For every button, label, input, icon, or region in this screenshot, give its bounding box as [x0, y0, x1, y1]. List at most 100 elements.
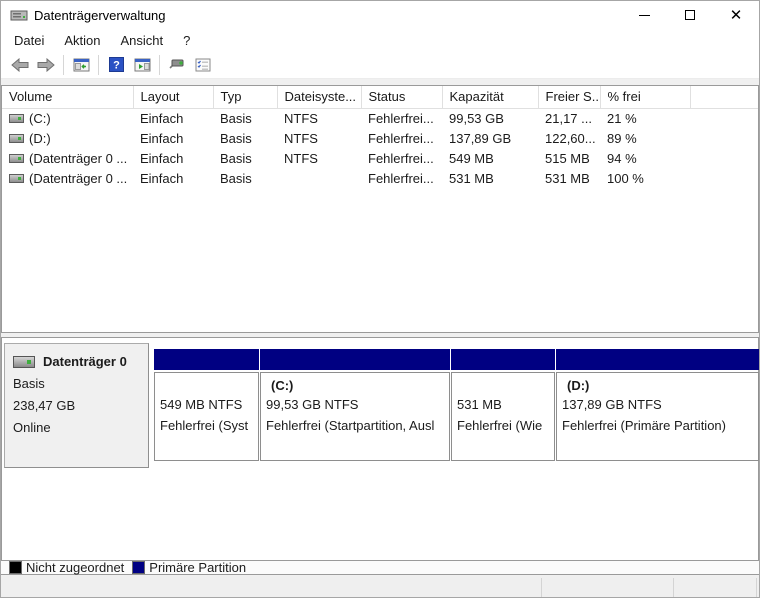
show-action-pane-icon[interactable] — [129, 53, 155, 77]
title-bar: Datenträgerverwaltung ✕ — [1, 1, 759, 29]
help-icon[interactable]: ? — [103, 53, 129, 77]
cell-dateisystem — [277, 168, 361, 188]
app-disk-icon — [10, 10, 28, 21]
column-header-status[interactable]: Status — [361, 86, 443, 109]
table-row[interactable]: (D:) Einfach Basis NTFS Fehlerfrei... 13… — [2, 128, 758, 148]
toolbar: ? — [1, 51, 759, 79]
cell-kapazitaet: 531 MB — [449, 170, 494, 186]
cell-typ: Basis — [220, 150, 252, 166]
partition-letter: (D:) — [567, 378, 590, 393]
legend-bar: Nicht zugeordnet Primäre Partition — [1, 560, 759, 575]
table-row[interactable]: (Datenträger 0 ... Einfach Basis NTFS Fe… — [2, 148, 758, 168]
partition-status: Fehlerfrei (Primäre Partition) — [562, 418, 726, 433]
cell-status: Fehlerfrei... — [368, 130, 434, 146]
partition-color-band — [451, 349, 555, 370]
disk-management-window: Datenträgerverwaltung ✕ Datei Aktion Ans… — [0, 0, 760, 598]
popup-menu-icon[interactable] — [164, 53, 190, 77]
table-row[interactable]: (C:) Einfach Basis NTFS Fehlerfrei... 99… — [2, 108, 758, 128]
cell-status: Fehlerfrei... — [368, 170, 434, 186]
status-bar-divider — [756, 578, 757, 597]
partition-size: 531 MB — [457, 397, 502, 412]
cell-layout: Einfach — [140, 110, 184, 126]
partition-system[interactable]: 549 MB NTFS Fehlerfrei (Syst — [154, 349, 259, 496]
primary-partition-swatch-icon — [132, 561, 146, 574]
legend-label: Primäre Partition — [149, 560, 247, 575]
legend-label: Nicht zugeordnet — [26, 560, 125, 575]
toolbar-separator — [159, 54, 160, 75]
cell-prozent-frei: 89 % — [607, 130, 637, 146]
disk-0-panel[interactable]: Datenträger 0 Basis 238,47 GB Online — [4, 343, 149, 468]
cell-kapazitaet: 99,53 GB — [449, 110, 504, 126]
cell-freier-speicher: 515 MB — [545, 150, 590, 166]
menu-bar: Datei Aktion Ansicht ? — [1, 29, 759, 51]
cell-layout: Einfach — [140, 130, 184, 146]
cell-dateisystem: NTFS — [284, 110, 318, 126]
partition-letter: (C:) — [271, 378, 294, 393]
status-bar-divider — [541, 578, 542, 597]
properties-list-icon[interactable] — [190, 53, 216, 77]
cell-freier-speicher: 122,60... — [545, 130, 596, 146]
svg-text:?: ? — [113, 60, 120, 72]
volume-name: (Datenträger 0 ... — [29, 170, 128, 186]
menu-hilfe[interactable]: ? — [180, 31, 193, 50]
column-header-typ[interactable]: Typ — [213, 86, 278, 109]
forward-arrow-icon[interactable] — [33, 53, 59, 77]
cell-typ: Basis — [220, 130, 252, 146]
column-header-freier-speicher[interactable]: Freier S... — [538, 86, 601, 109]
partition-c[interactable]: (C:) 99,53 GB NTFS Fehlerfrei (Startpart… — [260, 349, 450, 496]
table-header-row: Volume Layout Typ Dateisyste... Status K… — [2, 86, 758, 109]
partition-size: 137,89 GB NTFS — [562, 397, 662, 412]
cell-prozent-frei: 94 % — [607, 150, 637, 166]
partition-color-band — [154, 349, 259, 370]
status-bar — [1, 576, 759, 597]
cell-layout: Einfach — [140, 170, 184, 186]
status-bar-divider — [673, 578, 674, 597]
maximize-icon — [685, 10, 695, 20]
partition-color-band — [260, 349, 450, 370]
volume-name: (Datenträger 0 ... — [29, 150, 128, 166]
menu-datei[interactable]: Datei — [11, 31, 47, 50]
volume-table: Volume Layout Typ Dateisyste... Status K… — [2, 86, 758, 188]
disk-size: 238,47 GB — [13, 398, 76, 413]
menu-ansicht[interactable]: Ansicht — [118, 31, 167, 50]
cell-freier-speicher: 21,17 ... — [545, 110, 592, 126]
volume-icon — [9, 133, 24, 143]
maximize-button[interactable] — [667, 1, 713, 29]
toolbar-separator — [98, 54, 99, 75]
window-title: Datenträgerverwaltung — [34, 7, 166, 23]
cell-status: Fehlerfrei... — [368, 150, 434, 166]
minimize-button[interactable] — [621, 1, 667, 29]
console-tree-icon[interactable] — [68, 53, 94, 77]
column-header-empty — [690, 86, 758, 109]
close-button[interactable]: ✕ — [713, 1, 759, 29]
toolbar-separator — [63, 54, 64, 75]
disk-status: Online — [13, 420, 51, 435]
cell-kapazitaet: 137,89 GB — [449, 130, 512, 146]
column-header-kapazitaet[interactable]: Kapazität — [442, 86, 539, 109]
column-header-layout[interactable]: Layout — [133, 86, 214, 109]
column-header-prozent-frei[interactable]: % frei — [600, 86, 691, 109]
cell-freier-speicher: 531 MB — [545, 170, 590, 186]
disk-icon — [13, 355, 35, 368]
menu-aktion[interactable]: Aktion — [61, 31, 103, 50]
partition-recovery[interactable]: 531 MB Fehlerfrei (Wie — [451, 349, 555, 496]
disk-graph-pane: Datenträger 0 Basis 238,47 GB Online 549… — [1, 337, 759, 561]
partition-d[interactable]: (D:) 137,89 GB NTFS Fehlerfrei (Primäre … — [556, 349, 759, 496]
cell-dateisystem: NTFS — [284, 130, 318, 146]
partition-color-band — [556, 349, 759, 370]
column-header-dateisystem[interactable]: Dateisyste... — [277, 86, 362, 109]
cell-prozent-frei: 100 % — [607, 170, 644, 186]
partition-size: 99,53 GB NTFS — [266, 397, 359, 412]
minimize-icon — [638, 14, 650, 16]
cell-dateisystem: NTFS — [284, 150, 318, 166]
volume-name: (D:) — [29, 130, 51, 146]
back-arrow-icon[interactable] — [7, 53, 33, 77]
unallocated-swatch-icon — [9, 561, 22, 574]
cell-typ: Basis — [220, 170, 252, 186]
cell-kapazitaet: 549 MB — [449, 150, 494, 166]
table-row[interactable]: (Datenträger 0 ... Einfach Basis Fehlerf… — [2, 168, 758, 188]
column-header-volume[interactable]: Volume — [2, 86, 134, 109]
partition-status: Fehlerfrei (Wie — [457, 418, 543, 433]
cell-typ: Basis — [220, 110, 252, 126]
cell-prozent-frei: 21 % — [607, 110, 637, 126]
